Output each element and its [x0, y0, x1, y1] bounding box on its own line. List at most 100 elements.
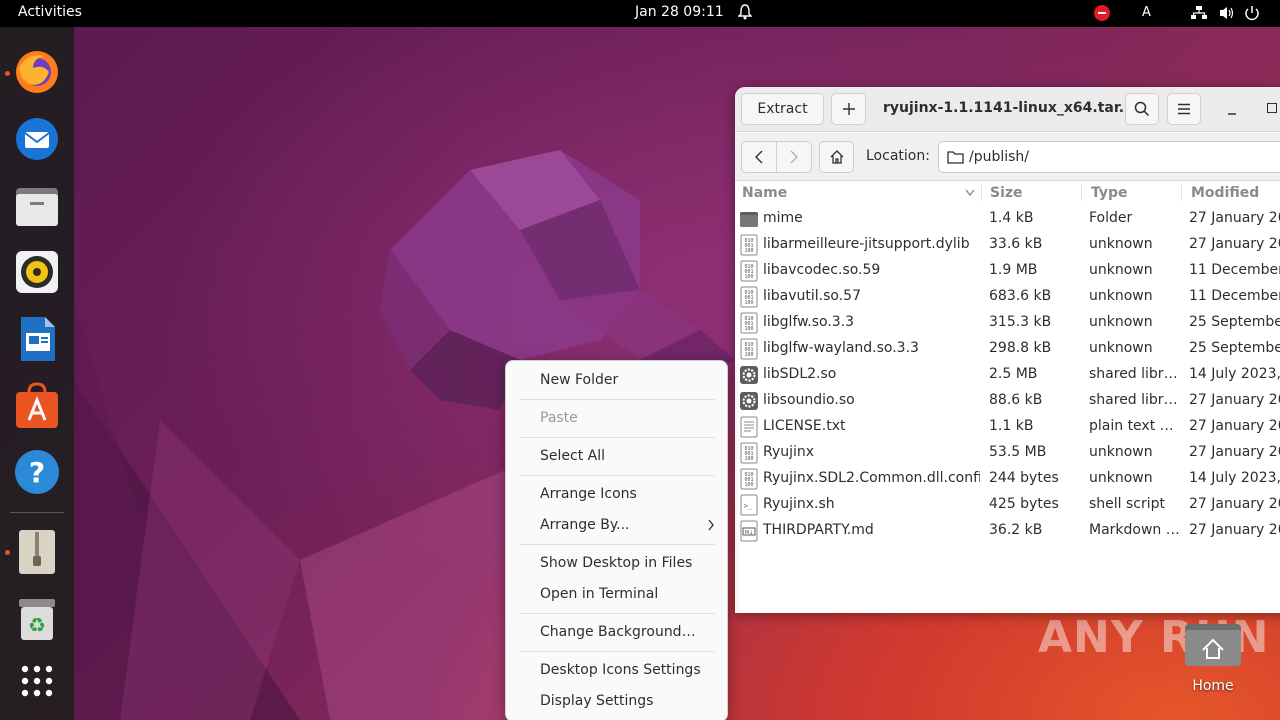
binary-file-icon: 010 001 100 [739, 312, 759, 334]
menu-item-select-all[interactable]: Select All [540, 448, 605, 464]
column-size[interactable]: Size [990, 185, 1023, 201]
menu-item-display-settings[interactable]: Display Settings [540, 693, 653, 709]
file-type: unknown [1089, 340, 1153, 356]
column-header: Name Size Type Modified [735, 182, 1280, 204]
app-grid-icon[interactable] [13, 657, 61, 705]
search-button[interactable] [1125, 93, 1159, 125]
menu-item-paste[interactable]: Paste [540, 410, 578, 426]
trash-icon[interactable]: ♻ [13, 595, 61, 643]
markdown-file-icon: M↓ [739, 520, 759, 542]
file-row[interactable]: 010 001 100 Ryujinx 53.5 MB unknown 27 January… [735, 440, 1280, 466]
script-file-icon: >_ [739, 494, 759, 516]
chevron-right-icon [790, 150, 798, 164]
menu-item-desktop-icons-settings[interactable]: Desktop Icons Settings [540, 662, 701, 678]
file-type: shared libr… [1089, 392, 1178, 408]
menu-item-arrange-icons[interactable]: Arrange Icons [540, 486, 637, 502]
svg-text:100: 100 [744, 248, 753, 254]
thunderbird-icon[interactable] [13, 115, 61, 163]
files-icon[interactable] [13, 182, 61, 230]
file-size: 244 bytes [989, 470, 1059, 486]
input-language-indicator[interactable]: A [1142, 5, 1151, 20]
file-row[interactable]: mime 1.4 kB Folder 27 January 20 [735, 206, 1280, 232]
header-bar: Extract ryujinx-1.1.1141-linux_x64.tar..… [735, 87, 1280, 132]
file-row[interactable]: libsoundio.so 88.6 kB shared libr… 27 Janua… [735, 388, 1280, 414]
file-row[interactable]: 010 001 100 Ryujinx.SDL2.Common.dll.config 2… [735, 466, 1280, 492]
column-divider [1081, 185, 1082, 201]
file-modified: 27 January 20 [1189, 496, 1280, 512]
svg-text:M↓: M↓ [745, 530, 754, 536]
window-title: ryujinx-1.1.1141-linux_x64.tar.... [883, 100, 1141, 116]
binary-file-icon: 010 001 100 [739, 260, 759, 282]
home-folder-icon[interactable] [1183, 620, 1243, 668]
svg-text:>_: >_ [744, 502, 753, 510]
file-size: 36.2 kB [989, 522, 1043, 538]
search-icon [1134, 101, 1150, 117]
menu-separator [520, 475, 715, 476]
location-field[interactable]: /publish/ [938, 141, 1280, 173]
file-row[interactable]: 010 001 100 libglfw-wayland.so.3.3 298.8 kB u… [735, 336, 1280, 362]
column-name[interactable]: Name [742, 185, 787, 201]
menu-item-open-in-terminal[interactable]: Open in Terminal [540, 586, 658, 602]
file-type: Markdown … [1089, 522, 1180, 538]
file-modified: 27 January 20 [1189, 444, 1280, 460]
file-row[interactable]: 010 001 100 libavcodec.so.59 1.9 MB unknown 11… [735, 258, 1280, 284]
file-name: Ryujinx.sh [763, 496, 835, 512]
menu-separator [520, 437, 715, 438]
column-modified[interactable]: Modified [1191, 185, 1259, 201]
hamburger-menu-icon [1178, 103, 1190, 115]
file-type: shell script [1089, 496, 1166, 512]
home-button[interactable] [819, 141, 854, 173]
recording-indicator-icon[interactable] [1094, 5, 1110, 21]
archive-manager-icon[interactable] [13, 528, 61, 576]
column-type[interactable]: Type [1091, 185, 1128, 201]
svg-text:100: 100 [744, 352, 753, 358]
maximize-icon[interactable] [1267, 103, 1277, 113]
file-type: unknown [1089, 236, 1153, 252]
binary-file-icon: 010 001 100 [739, 234, 759, 256]
location-label: Location: [866, 148, 930, 164]
menu-item-arrange-by[interactable]: Arrange By... [540, 517, 630, 533]
file-modified: 27 January 20 [1189, 392, 1280, 408]
help-icon[interactable]: ? [13, 448, 61, 496]
gear-file-icon [739, 390, 759, 412]
file-row[interactable]: 010 001 100 libarmeilleure-jitsupport.dylib… [735, 232, 1280, 258]
menu-separator [520, 651, 715, 652]
notification-bell-icon[interactable] [738, 4, 752, 20]
svg-text:100: 100 [744, 326, 753, 332]
gear-file-icon [739, 364, 759, 386]
file-row[interactable]: libSDL2.so 2.5 MB shared libr… 14 July 2023… [735, 362, 1280, 388]
power-icon [1245, 6, 1259, 21]
ubuntu-software-icon[interactable] [13, 382, 61, 430]
file-name: libarmeilleure-jitsupport.dylib [763, 236, 970, 252]
desktop-context-menu: New Folder Paste Select All Arrange Icon… [505, 360, 728, 720]
rhythmbox-icon[interactable] [13, 248, 61, 296]
extract-button[interactable]: Extract [741, 93, 824, 125]
back-button[interactable] [741, 141, 777, 173]
menu-item-new-folder[interactable]: New Folder [540, 372, 618, 388]
file-name: libglfw.so.3.3 [763, 314, 855, 330]
volume-icon [1220, 7, 1234, 19]
forward-button[interactable] [776, 141, 812, 173]
file-type: unknown [1089, 288, 1153, 304]
activities-button[interactable]: Activities [18, 4, 82, 20]
file-size: 53.5 MB [989, 444, 1047, 460]
home-folder-label[interactable]: Home [1180, 678, 1246, 694]
running-indicator [5, 71, 10, 76]
system-status-menu[interactable] [1190, 5, 1270, 21]
add-files-button[interactable] [831, 93, 866, 125]
file-row[interactable]: >_ Ryujinx.sh 425 bytes shell script 27 Janu… [735, 492, 1280, 518]
file-row[interactable]: 010 001 100 libavutil.so.57 683.6 kB unknown 1… [735, 284, 1280, 310]
file-size: 33.6 kB [989, 236, 1043, 252]
menu-item-change-background[interactable]: Change Background… [540, 624, 696, 640]
file-row[interactable]: LICENSE.txt 1.1 kB plain text d… 27 January… [735, 414, 1280, 440]
firefox-icon[interactable] [13, 48, 61, 96]
file-size: 683.6 kB [989, 288, 1052, 304]
menu-item-show-desktop-in-files[interactable]: Show Desktop in Files [540, 555, 692, 571]
file-row[interactable]: 010 001 100 libglfw.so.3.3 315.3 kB unknown 25… [735, 310, 1280, 336]
file-row[interactable]: M↓ THIRDPARTY.md 36.2 kB Markdown … 27 Janua… [735, 518, 1280, 544]
minimize-icon[interactable] [1227, 99, 1237, 119]
clock[interactable]: Jan 28 09:11 [635, 4, 724, 20]
main-menu-button[interactable] [1167, 93, 1201, 125]
sort-descending-icon[interactable] [964, 188, 976, 198]
libreoffice-writer-icon[interactable] [13, 315, 61, 363]
